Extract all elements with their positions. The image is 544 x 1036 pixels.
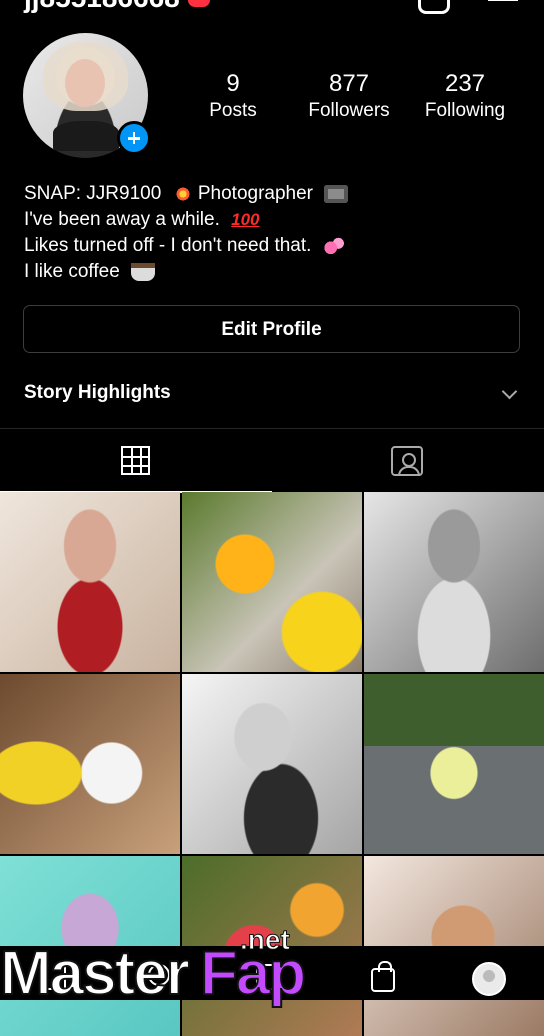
stat-label: Following	[424, 100, 506, 121]
search-icon	[148, 964, 170, 986]
profile-avatar-icon	[472, 962, 506, 996]
post-thumbnail[interactable]	[364, 674, 544, 854]
create-post-icon[interactable]	[418, 0, 450, 14]
tagged-icon	[391, 446, 423, 476]
stat-number: 9	[226, 70, 240, 97]
bio-line: Likes turned off - I don't need that.	[24, 233, 348, 259]
username-text: jj855186668	[24, 0, 180, 13]
following-count[interactable]: 237 Following	[405, 70, 525, 124]
home-icon	[40, 966, 66, 990]
two-hearts-icon	[322, 236, 345, 255]
bio-line: I like coffee	[24, 259, 348, 285]
camera-flash-icon	[324, 184, 349, 203]
top-bar: jj855186668	[0, 0, 544, 14]
post-thumbnail[interactable]	[0, 674, 180, 854]
edit-profile-button[interactable]: Edit Profile	[23, 305, 520, 353]
tab-tagged[interactable]	[272, 429, 544, 491]
reels-icon	[256, 964, 282, 990]
nav-reels[interactable]	[250, 956, 290, 996]
profile-bio: SNAP: JJR9100 Photographer I've been awa…	[24, 181, 349, 285]
bottom-navigation	[0, 946, 544, 1000]
post-thumbnail[interactable]	[182, 674, 362, 854]
post-thumbnail[interactable]	[182, 492, 362, 672]
story-highlights-title[interactable]: Story Highlights	[24, 382, 171, 404]
stat-label: Followers	[308, 100, 390, 121]
stat-number: 877	[328, 70, 370, 97]
bio-line: SNAP: JJR9100 Photographer	[24, 181, 349, 207]
nav-home[interactable]	[34, 956, 74, 996]
post-thumbnail[interactable]	[364, 492, 544, 672]
tab-posts-grid[interactable]	[0, 429, 272, 493]
username-title[interactable]: jj855186668	[24, 0, 210, 14]
add-story-icon[interactable]	[117, 121, 151, 155]
hundred-points-icon: 100	[231, 210, 260, 229]
nav-search[interactable]	[142, 956, 182, 996]
bio-line: I've been away a while. 100	[24, 207, 348, 233]
posts-count[interactable]: 9 Posts	[173, 70, 293, 124]
grid-icon	[121, 446, 150, 475]
post-thumbnail[interactable]	[0, 492, 180, 672]
menu-icon[interactable]	[488, 0, 518, 1]
followers-count[interactable]: 877 Followers	[289, 70, 409, 124]
stat-number: 237	[444, 70, 486, 97]
chevron-down-icon[interactable]	[501, 383, 518, 400]
notification-dot	[187, 0, 210, 7]
nav-profile[interactable]	[470, 956, 510, 996]
coffee-icon	[131, 262, 156, 281]
collision-icon	[172, 183, 193, 204]
profile-tabs	[0, 428, 544, 493]
shop-icon	[371, 961, 395, 992]
stat-label: Posts	[209, 100, 257, 121]
nav-shop[interactable]	[364, 956, 404, 996]
